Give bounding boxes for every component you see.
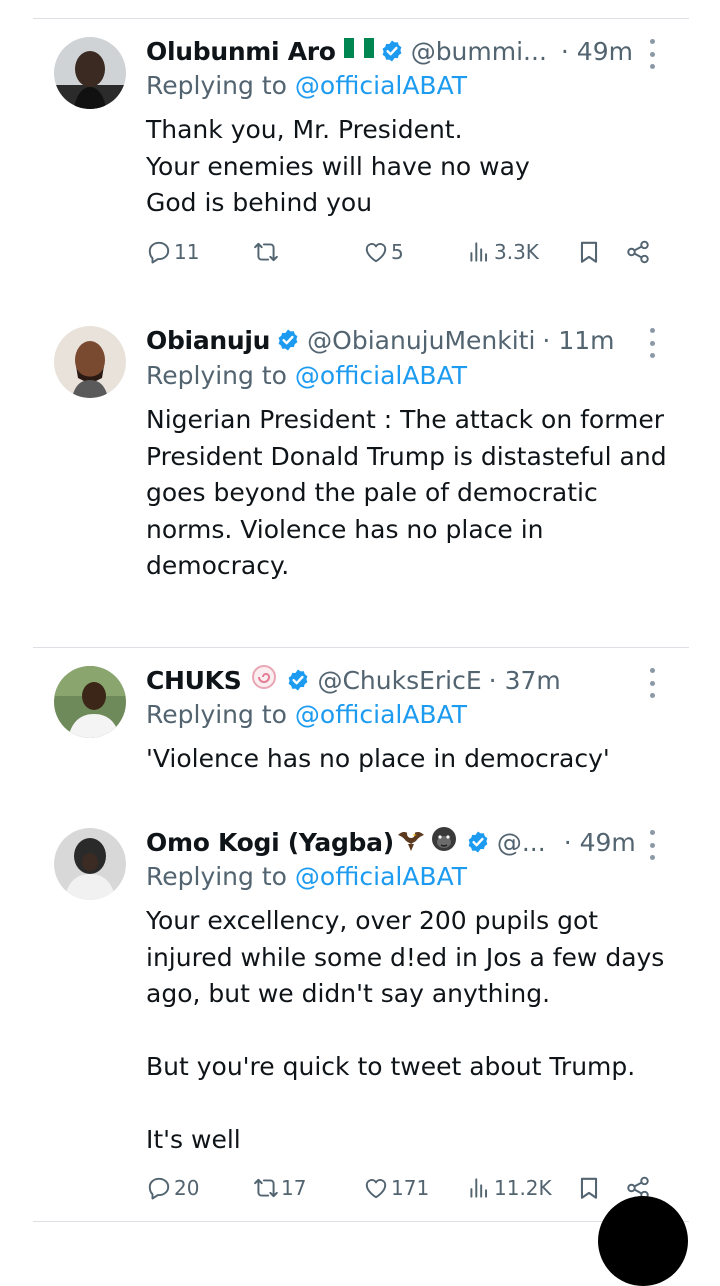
tweet-text: 'Violence has no place in democracy' — [146, 741, 676, 778]
handle[interactable]: @bummi... — [411, 37, 547, 66]
avatar[interactable] — [54, 666, 126, 738]
bookmark-icon — [576, 239, 602, 265]
replying-to-label: Replying to — [146, 862, 287, 891]
bookmark-icon — [576, 1175, 602, 1201]
replying-to: Replying to @officialABAT — [146, 71, 467, 100]
reply-count: 20 — [174, 1176, 200, 1200]
action-bar: 20 17 171 11.2K — [146, 1175, 666, 1205]
repost-icon — [253, 239, 279, 265]
action-bar: 11 5 3.3K — [146, 239, 666, 269]
heart-icon — [363, 239, 389, 265]
like-button[interactable]: 171 — [363, 1175, 429, 1201]
like-count: 5 — [391, 240, 404, 264]
view-count: 11.2K — [494, 1176, 552, 1200]
verified-badge-icon — [276, 328, 300, 352]
avatar[interactable] — [54, 828, 126, 900]
analytics-bars-icon — [466, 239, 492, 265]
views-button[interactable]: 3.3K — [466, 239, 539, 265]
repost-count: 17 — [281, 1176, 307, 1200]
more-vertical-icon[interactable] — [641, 830, 663, 860]
gorilla-icon — [430, 825, 458, 859]
flag-icon — [343, 36, 374, 66]
avatar[interactable] — [54, 326, 126, 398]
bookmark-button[interactable] — [576, 239, 602, 265]
repost-button[interactable]: 17 — [253, 1175, 306, 1201]
repost-button[interactable] — [253, 239, 279, 265]
tweet-header: Olubunmi Aro @bummi... · 49m — [146, 34, 633, 68]
reply-count: 11 — [174, 240, 200, 264]
tweet-text: Nigerian President : The attack on forme… — [146, 402, 676, 585]
share-button[interactable] — [625, 239, 651, 265]
views-button[interactable]: 11.2K — [466, 1175, 552, 1201]
tweet-text-paragraph: It's well — [146, 1125, 241, 1154]
more-vertical-icon[interactable] — [641, 668, 663, 698]
like-count: 171 — [391, 1176, 430, 1200]
tweet-header: CHUKS @ChuksEricE · 37m — [146, 663, 561, 697]
replying-to: Replying to @officialABAT — [146, 361, 467, 390]
replying-to: Replying to @officialABAT — [146, 862, 467, 891]
replying-to-label: Replying to — [146, 700, 287, 729]
tweet-text-paragraph: Your excellency, over 200 pupils got inj… — [146, 906, 665, 1008]
timestamp[interactable]: · 11m — [542, 326, 614, 355]
tweet-text: Thank you, Mr. President. Your enemies w… — [146, 112, 676, 222]
timestamp[interactable]: · 49m — [561, 37, 633, 66]
display-name[interactable]: Omo Kogi (Yagba) — [146, 828, 394, 857]
mention-link[interactable]: @officialABAT — [295, 361, 467, 390]
display-name[interactable]: CHUKS — [146, 666, 242, 695]
handle[interactable]: @ChuksEricE — [317, 666, 481, 695]
timestamp[interactable]: · 37m — [489, 666, 561, 695]
share-icon — [625, 239, 651, 265]
tweet-text-paragraph: But you're quick to tweet about Trump. — [146, 1052, 636, 1081]
tweet-header: Obianuju @ObianujuMenkiti · 11m — [146, 323, 614, 357]
handle[interactable]: @ObianujuMenkiti — [307, 326, 535, 355]
heart-icon — [363, 1175, 389, 1201]
fish-cake-icon — [251, 664, 277, 696]
reply-button[interactable]: 11 — [146, 239, 199, 265]
verified-badge-icon — [380, 39, 404, 63]
reply-bubble-icon — [146, 239, 172, 265]
timestamp[interactable]: · 49m — [564, 828, 636, 857]
mention-link[interactable]: @officialABAT — [295, 862, 467, 891]
reply-bubble-icon — [146, 1175, 172, 1201]
handle[interactable]: @... — [497, 828, 546, 857]
verified-badge-icon — [466, 830, 490, 854]
more-vertical-icon[interactable] — [641, 328, 663, 358]
mention-link[interactable]: @officialABAT — [295, 700, 467, 729]
display-name[interactable]: Obianuju — [146, 326, 270, 355]
tweet-text: Your excellency, over 200 pupils got inj… — [146, 903, 676, 1159]
compose-button[interactable] — [598, 1196, 688, 1286]
eagle-icon — [396, 825, 426, 859]
replying-to-label: Replying to — [146, 361, 287, 390]
display-name[interactable]: Olubunmi Aro — [146, 37, 336, 66]
mention-link[interactable]: @officialABAT — [295, 71, 467, 100]
divider-bottom — [33, 1221, 689, 1222]
replying-to: Replying to @officialABAT — [146, 700, 467, 729]
divider-top — [33, 18, 689, 19]
tweet-text-paragraph: 'Violence has no place in democracy' — [146, 744, 610, 773]
repost-icon — [253, 1175, 279, 1201]
bookmark-button[interactable] — [576, 1175, 602, 1201]
avatar[interactable] — [54, 37, 126, 109]
reply-button[interactable]: 20 — [146, 1175, 199, 1201]
view-count: 3.3K — [494, 240, 539, 264]
more-vertical-icon[interactable] — [641, 39, 663, 69]
tweet-text-paragraph: Nigerian President : The attack on forme… — [146, 405, 667, 580]
tweet-header: Omo Kogi (Yagba) @... · 49m — [146, 825, 636, 859]
divider — [33, 647, 689, 648]
like-button[interactable]: 5 — [363, 239, 404, 265]
verified-badge-icon — [286, 668, 310, 692]
replying-to-label: Replying to — [146, 71, 287, 100]
tweet-text-paragraph: Thank you, Mr. President. Your enemies w… — [146, 115, 530, 217]
analytics-bars-icon — [466, 1175, 492, 1201]
